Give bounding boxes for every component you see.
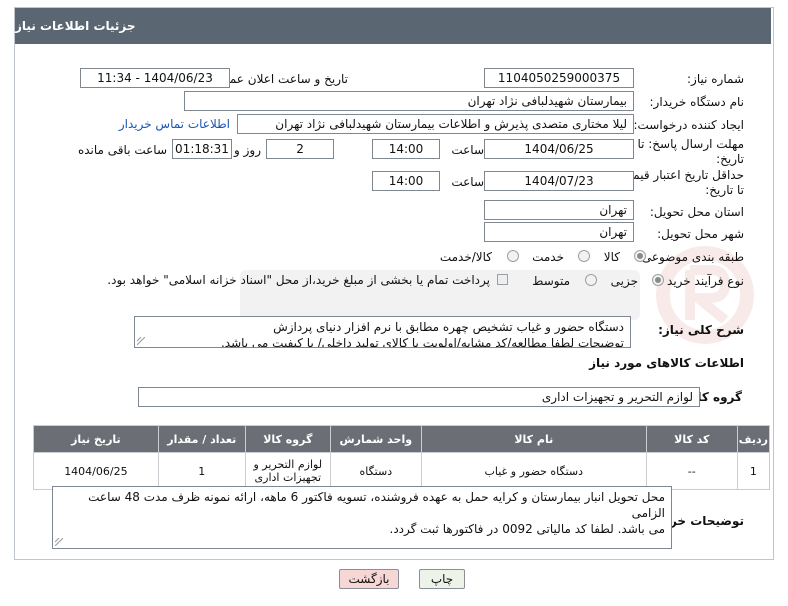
buyer-notes-textarea[interactable]: محل تحویل انبار بیمارستان و کرایه حمل به… bbox=[52, 486, 672, 549]
goods-section-title: اطلاعات کالاهای مورد نیاز bbox=[589, 356, 744, 370]
category-option-service: خدمت bbox=[532, 250, 564, 264]
cell-group-line2: تجهیزات اداری bbox=[254, 471, 322, 484]
col-date: تاریخ نیاز bbox=[33, 425, 159, 453]
deadline-date-field: 1404/06/25 bbox=[484, 139, 634, 159]
cell-unit: دستگاه bbox=[329, 452, 422, 490]
page-title: جزئیات اطلاعات نیاز bbox=[15, 19, 136, 33]
category-radio-goods-service[interactable] bbox=[507, 250, 519, 262]
announce-field: 1404/06/23 - 11:34 bbox=[80, 68, 230, 88]
deadline-time-field: 14:00 bbox=[372, 139, 440, 159]
province-field: تهران bbox=[484, 200, 634, 220]
col-code: کد کالا bbox=[645, 425, 738, 453]
category-radio-service[interactable] bbox=[578, 250, 590, 262]
goods-group-field: لوازم التحریر و تجهیزات اداری bbox=[138, 387, 700, 407]
validity-date-field: 1404/07/23 bbox=[484, 171, 634, 191]
goods-table: ردیف کد کالا نام کالا واحد شمارش گروه کا… bbox=[33, 425, 771, 490]
validity-time-field: 14:00 bbox=[372, 171, 440, 191]
creator-label: ایجاد کننده درخواست: bbox=[633, 118, 744, 132]
days-field: 2 bbox=[266, 139, 334, 159]
category-radio-goods[interactable] bbox=[634, 250, 646, 262]
col-group: گروه کالا bbox=[244, 425, 331, 453]
payment-note: پرداخت تمام یا بخشی از مبلغ خرید،از محل … bbox=[107, 273, 490, 287]
description-label: شرح کلی نیاز: bbox=[658, 323, 744, 337]
cell-name: دستگاه حضور و غیاب bbox=[420, 452, 647, 490]
table-row: 1 -- دستگاه حضور و غیاب دستگاه لوازم الت… bbox=[33, 452, 771, 490]
process-option-minor: جزیی bbox=[610, 274, 638, 288]
category-option-goods-service: کالا/خدمت bbox=[439, 250, 492, 264]
remaining-time-field: 01:18:31 bbox=[172, 139, 232, 159]
city-label: شهر محل تحویل: bbox=[657, 227, 744, 241]
process-option-medium: متوسط bbox=[532, 274, 570, 288]
cell-group-line1: لوازم التحریر و bbox=[253, 458, 323, 471]
province-label: استان محل تحویل: bbox=[649, 205, 744, 219]
cell-row: 1 bbox=[736, 452, 771, 490]
remaining-label: ساعت باقی مانده bbox=[77, 143, 167, 157]
city-field: تهران bbox=[484, 222, 634, 242]
buyer-field: بیمارستان شهیدلبافی نژاد تهران bbox=[184, 91, 634, 111]
col-qty: تعداد / مقدار bbox=[157, 425, 246, 453]
buyer-contact-link[interactable]: اطلاعات تماس خریدار bbox=[119, 117, 230, 131]
resize-grip-icon[interactable] bbox=[55, 538, 63, 546]
buyer-label: نام دستگاه خریدار: bbox=[649, 95, 745, 109]
description-line2: توضیحات لطفا مطالعه/کد مشابه/اولویت با ک… bbox=[220, 336, 624, 348]
deadline-label-line1: مهلت ارسال پاسخ: تا bbox=[637, 137, 744, 151]
cell-group: لوازم التحریر و تجهیزات اداری bbox=[244, 452, 331, 490]
description-line1: دستگاه حضور و غیاب تشخیص چهره مطابق با ن… bbox=[273, 320, 624, 334]
validity-label-line1: حداقل تاریخ اعتبار قیمت: bbox=[617, 168, 744, 182]
need-number-field: 1104050259000375 bbox=[484, 68, 634, 88]
need-number-label: شماره نیاز: bbox=[687, 72, 744, 86]
print-button[interactable]: چاپ bbox=[419, 569, 465, 589]
process-label: نوع فرآیند خرید : bbox=[659, 274, 744, 288]
category-option-goods: کالا bbox=[603, 250, 620, 264]
page-header: جزئیات اطلاعات نیاز bbox=[15, 8, 771, 44]
buyer-notes-line2: می باشد. لطفا کد مالیاتی 0092 در فاکتوره… bbox=[389, 522, 666, 536]
deadline-label-line2: تاریخ: bbox=[716, 152, 744, 166]
back-button[interactable]: بازگشت bbox=[339, 569, 399, 589]
table-header-row: ردیف کد کالا نام کالا واحد شمارش گروه کا… bbox=[33, 425, 771, 453]
validity-label-line2: تا تاریخ: bbox=[705, 183, 744, 197]
col-unit: واحد شمارش bbox=[329, 425, 422, 453]
category-label: طبقه بندی موضوعی: bbox=[637, 250, 744, 264]
cell-date: 1404/06/25 bbox=[33, 452, 159, 490]
treasury-checkbox[interactable] bbox=[497, 274, 508, 285]
resize-grip-icon[interactable] bbox=[137, 337, 145, 345]
deadline-time-label: ساعت bbox=[451, 143, 484, 157]
description-textarea[interactable]: دستگاه حضور و غیاب تشخیص چهره مطابق با ن… bbox=[134, 316, 631, 348]
process-radio-medium[interactable] bbox=[585, 274, 597, 286]
validity-time-label: ساعت bbox=[451, 175, 484, 189]
process-radio-minor[interactable] bbox=[652, 274, 664, 286]
creator-field: لیلا مختاری متصدی پذیرش و اطلاعات بیمارس… bbox=[237, 114, 634, 134]
col-row: ردیف bbox=[736, 425, 771, 453]
col-name: نام کالا bbox=[420, 425, 647, 453]
cell-qty: 1 bbox=[157, 452, 246, 490]
buyer-notes-line1: محل تحویل انبار بیمارستان و کرایه حمل به… bbox=[88, 490, 665, 520]
days-label: روز و bbox=[234, 143, 261, 157]
cell-code: -- bbox=[645, 452, 738, 490]
